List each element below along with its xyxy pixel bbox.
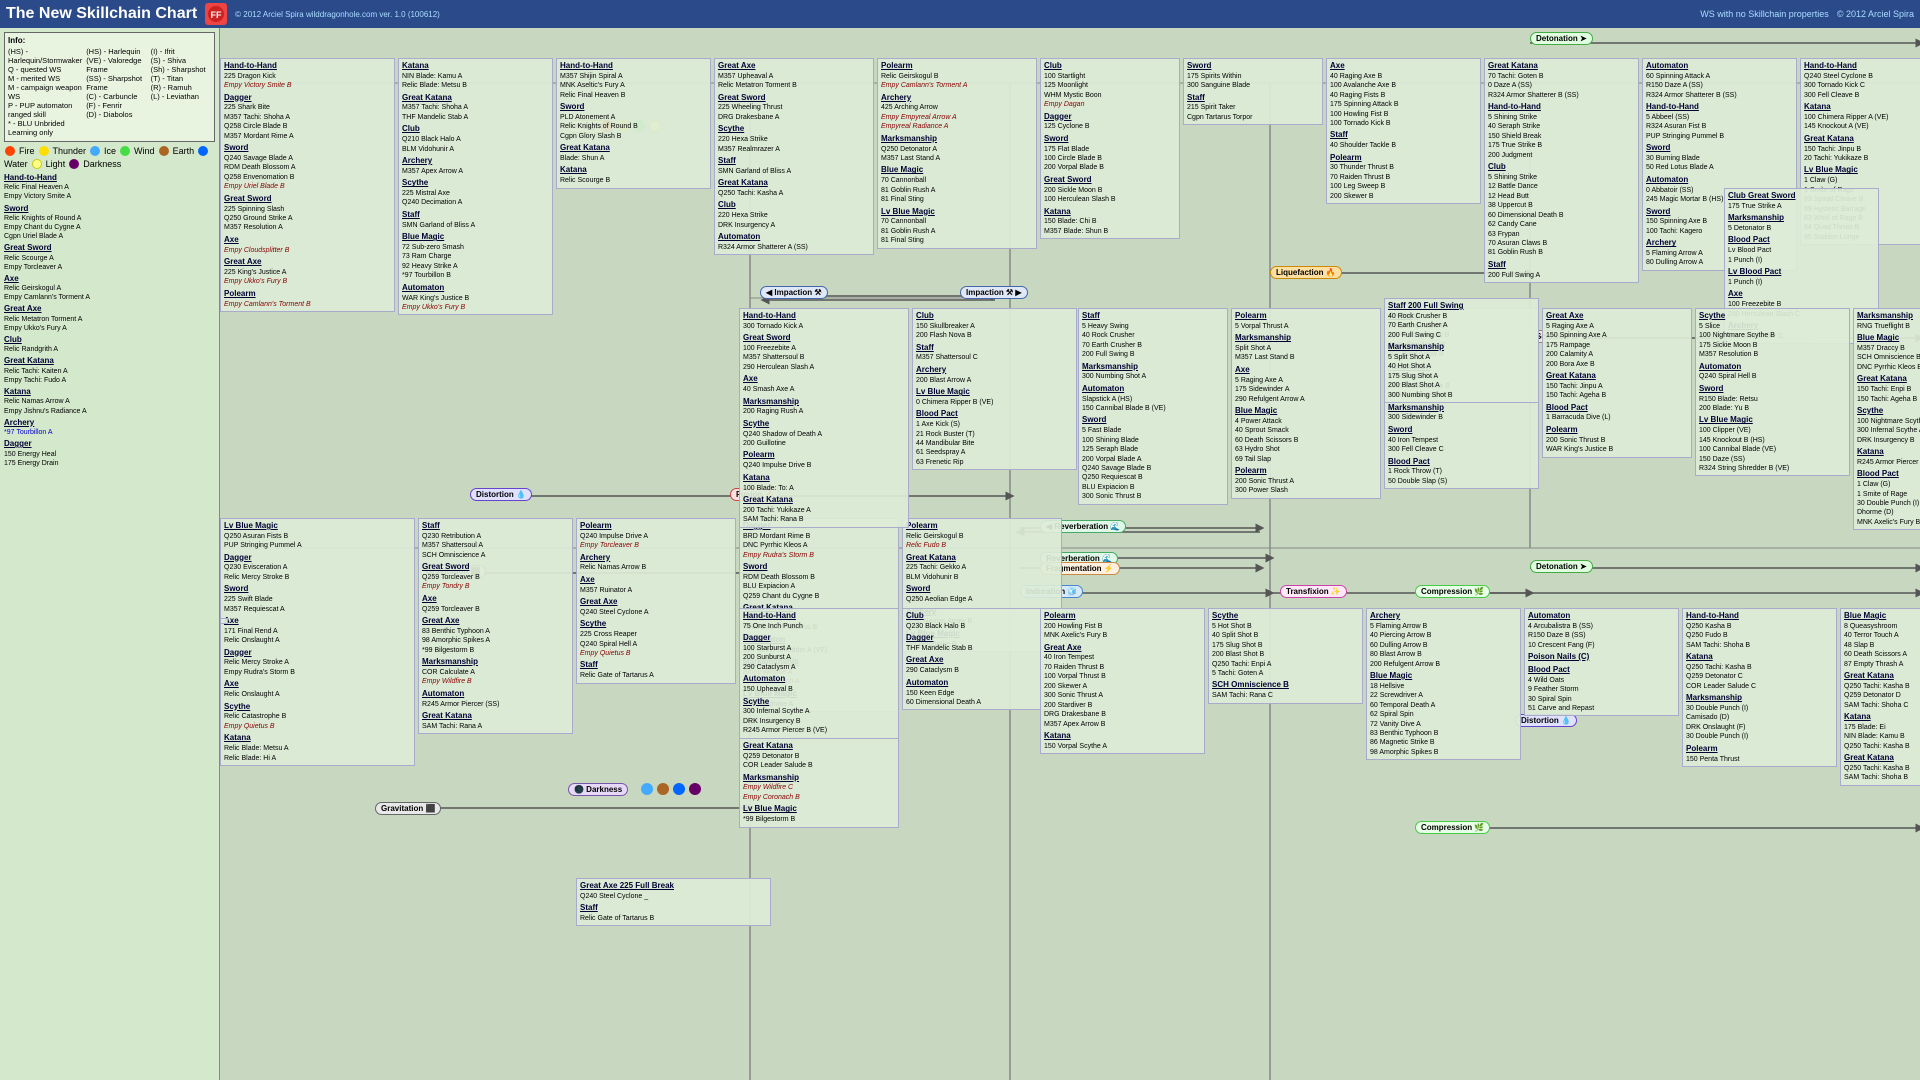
dark-icon xyxy=(69,159,79,169)
chain-detonation-top: Detonation ➤ xyxy=(1530,32,1593,45)
ws-block-polearm-bot: Polearm 200 Howling Fist B MNK Axelic's … xyxy=(1040,608,1205,754)
ws-block-ga-dark: Great Axe 225 Full Break Q240 Steel Cycl… xyxy=(576,878,771,926)
earth-icon xyxy=(159,146,169,156)
svg-text:FF: FF xyxy=(211,10,222,20)
info-box: Info: (HS) - Harlequin/Stormwaker Q - qu… xyxy=(4,32,215,142)
chain-detonation-bottom: Detonation ➤ xyxy=(1530,560,1593,573)
ws-block-hth-fr-bot: Hand-to-Hand Q250 Kasha B Q250 Fudo B SA… xyxy=(1682,608,1837,767)
app-title: The New Skillchain Chart xyxy=(6,5,197,23)
element-row: Fire Thunder Ice Wind Earth Water Light … xyxy=(4,146,215,169)
ws-block-katana-top: Katana NIN Blade: Kamu A Relic Blade: Me… xyxy=(398,58,553,315)
ws-block-club-center2: Club 150 Skullbreaker A 200 Flash Nova B… xyxy=(912,308,1077,470)
ws-block-polearm-center: Polearm Q240 Impulse Drive A Empy Torcle… xyxy=(576,518,736,684)
light-icon xyxy=(32,159,42,169)
dark-water xyxy=(673,783,685,795)
left-panel: Info: (HS) - Harlequin/Stormwaker Q - qu… xyxy=(0,28,220,1080)
fire-icon xyxy=(5,146,15,156)
ws-block-auto-bot: Automaton 4 Arcubalistra B (SS) R150 Daz… xyxy=(1524,608,1679,716)
version-text: © 2012 Arciel Spira wilddragonhole.com v… xyxy=(235,10,440,19)
main-container: The New Skillchain Chart FF © 2012 Arcie… xyxy=(0,0,1920,1080)
main-chart: Detonation ➤ ◀ Impaction ⚒ Impaction ⚒ ▶… xyxy=(220,28,1920,1080)
dark-dark xyxy=(689,783,701,795)
chain-compression-top: Compression 🌿 xyxy=(1415,585,1490,598)
ws-info-text: WS with no Skillchain properties xyxy=(1700,9,1829,19)
ice-icon xyxy=(90,146,100,156)
ws-block-polearm-top: Polearm Relic Geirskogul B Empy Camlann'… xyxy=(877,58,1037,249)
app-logo: FF xyxy=(205,3,227,25)
thunder-icon xyxy=(39,146,49,156)
ws-block-marks-right: Marksmanship RNG Trueflight B Blue Magic… xyxy=(1853,308,1920,530)
info-legend: (HS) - Harlequin/Stormwaker Q - quested … xyxy=(8,47,211,137)
copyright-text: © 2012 Arciel Spira xyxy=(1837,9,1914,19)
ws-block-ga-right: Great Axe 5 Raging Axe A 150 Spinning Ax… xyxy=(1542,308,1692,458)
ws-block-hth-center2: Hand-to-Hand 300 Tornado Kick A Great Sw… xyxy=(739,308,909,528)
ws-block-greataxe-center: Great Axe M357 Upheaval A Relic Metatron… xyxy=(714,58,874,255)
ws-block-hth-bot: Hand-to-Hand 75 One Inch Punch Dagger 10… xyxy=(739,608,899,739)
ws-block-blu-bot: Blue Magic 8 Queasyshroom 40 Terror Touc… xyxy=(1840,608,1920,786)
ws-block-staff-detonation: Staff 200 Full Swing 40 Rock Crusher B 7… xyxy=(1384,298,1539,403)
chain-impaction-left: ◀ Impaction ⚒ xyxy=(760,286,828,299)
ws-block-staff-c: Staff 5 Heavy Swing 40 Rock Crusher 70 E… xyxy=(1078,308,1228,505)
dark-ice xyxy=(641,783,653,795)
chain-darkness: 🌑 Darkness xyxy=(568,783,628,796)
chain-liquefaction: Liquefaction 🔥 xyxy=(1270,266,1342,279)
header-right: WS with no Skillchain properties © 2012 … xyxy=(1700,9,1914,19)
chain-gravitation-bottom: Gravitation ⬛ xyxy=(375,802,441,815)
darkness-elements xyxy=(640,783,702,795)
ws-block-archery-bot: Archery 5 Flaming Arrow B 40 Piercing Ar… xyxy=(1366,608,1521,760)
chain-impaction-right: Impaction ⚒ ▶ xyxy=(960,286,1028,299)
content-area: Info: (HS) - Harlequin/Stormwaker Q - qu… xyxy=(0,28,1920,1080)
ws-block-sword-top: Sword 175 Spirits Within 300 Sanguine Bl… xyxy=(1183,58,1323,125)
ws-block-hth-top: Hand-to-Hand 225 Dragon Kick Empy Victor… xyxy=(220,58,395,312)
water-icon xyxy=(198,146,208,156)
chain-compression-bottom: Compression 🌿 xyxy=(1415,821,1490,834)
ws-block-blood xyxy=(220,618,228,624)
ws-block-club-center: Club 100 Startlight 125 Moonlight WHM My… xyxy=(1040,58,1180,239)
chain-transfixion: Transfixion ✨ xyxy=(1280,585,1347,598)
ws-block-axe-top: Axe 40 Raging Axe B 100 Avalanche Axe B … xyxy=(1326,58,1481,204)
ws-block-staff-center: Staff Q230 Retribution A M357 Shattersou… xyxy=(418,518,573,734)
ws-block-scythe-right: Scythe 5 Slice 100 Nightmare Scythe B 17… xyxy=(1695,308,1850,476)
ws-block-scythe-bot: Scythe 5 Hot Shot B 40 Split Shot B 175 … xyxy=(1208,608,1363,704)
info-title: Info: xyxy=(8,36,211,45)
ws-block-gk-top: Great Katana 70 Tachi: Goten B 0 Daze A … xyxy=(1484,58,1639,283)
ws-block-gk-bot: Great Katana Q259 Detonator B COR Leader… xyxy=(739,738,899,828)
wind-icon xyxy=(120,146,130,156)
chain-distortion-left: Distortion 💧 xyxy=(470,488,532,501)
dark-earth xyxy=(657,783,669,795)
ws-block-bluemagic-left: Lv Blue Magic Q250 Asuran Fists B PUP St… xyxy=(220,518,415,766)
left-ws-list: Hand-to-Hand Relic Final Heaven A Empy V… xyxy=(4,173,215,468)
ws-block-hth-center: Hand-to-Hand M357 Shijin Spiral A MNK As… xyxy=(556,58,711,189)
header: The New Skillchain Chart FF © 2012 Arcie… xyxy=(0,0,1920,28)
ws-block-polearm-rc: Polearm 5 Vorpal Thrust A Marksmanship S… xyxy=(1231,308,1381,499)
